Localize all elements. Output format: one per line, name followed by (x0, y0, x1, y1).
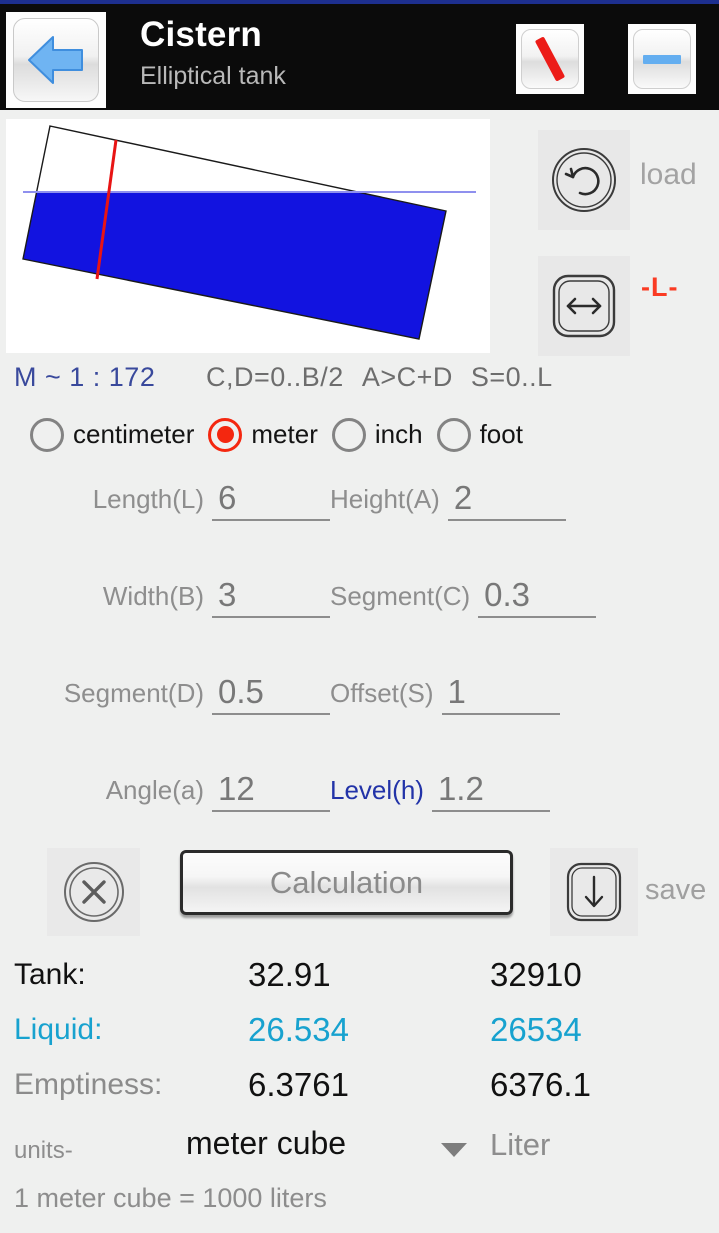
result-label-liquid: Liquid: (14, 1013, 103, 1046)
field-input-segment-c[interactable]: 0.3 (478, 577, 597, 618)
liquid-fill (23, 192, 446, 339)
circle-x-icon (63, 862, 124, 922)
blue-minus-icon (633, 29, 691, 89)
field-label-length: Length(L) (92, 484, 204, 514)
result-row-liquid: Liquid: 26.534 26534 (0, 1005, 719, 1060)
parameter-fields: Length(L) 6 Height(A) 2 Width(B) 3 Segme… (0, 480, 719, 868)
rule-a: A>C+D (361, 362, 453, 392)
field-label-segment-c: Segment(C) (330, 581, 471, 611)
resize-button[interactable] (538, 256, 630, 356)
field-row-2: Width(B) 3 Segment(C) 0.3 (0, 577, 719, 674)
field-input-width[interactable]: 3 (212, 577, 330, 618)
radio-label-centimeter: centimeter (73, 419, 195, 449)
result-value-emptiness-secondary: 6376.1 (490, 1066, 591, 1103)
radio-option-meter[interactable]: meter (208, 417, 318, 452)
radio-option-foot[interactable]: foot (436, 417, 523, 452)
units-secondary: Liter (490, 1127, 551, 1162)
scale-info-row: M ~ 1 : 172 C,D=0..B/2 A>C+D S=0..L (0, 358, 719, 402)
field-length[interactable]: Length(L) 6 (0, 480, 330, 521)
result-row-tank: Tank: 32.91 32910 (0, 950, 719, 1005)
result-label-tank: Tank: (14, 958, 86, 991)
tank-diagram-canvas[interactable] (6, 119, 490, 353)
scale-value: M ~ 1 : 172 (14, 362, 156, 392)
constraint-rules: C,D=0..B/2 A>C+D S=0..L (206, 362, 553, 393)
field-angle[interactable]: Angle(a) 12 (0, 771, 330, 812)
result-label-emptiness: Emptiness: (14, 1068, 163, 1101)
arrows-horizontal-icon (552, 274, 616, 338)
result-value-liquid-secondary: 26534 (490, 1011, 582, 1048)
radio-circle-meter[interactable] (208, 417, 243, 452)
field-input-length[interactable]: 6 (212, 480, 330, 521)
calculation-button[interactable]: Calculation (180, 850, 513, 915)
rule-s: S=0..L (470, 362, 553, 392)
results-table: Tank: 32.91 32910 Liquid: 26.534 26534 E… (0, 950, 719, 1115)
resize-label: -L- (641, 272, 679, 302)
radio-label-inch: inch (374, 419, 423, 449)
save-button[interactable] (550, 848, 638, 936)
field-width[interactable]: Width(B) 3 (0, 577, 330, 618)
field-row-1: Length(L) 6 Height(A) 2 (0, 480, 719, 577)
field-input-level[interactable]: 1.2 (431, 771, 550, 812)
field-segment-d[interactable]: Segment(D) 0.5 (0, 674, 330, 715)
field-label-height: Height(A) (330, 484, 440, 514)
radio-label-meter: meter (251, 419, 318, 449)
field-height[interactable]: Height(A) 2 (330, 480, 670, 521)
field-input-height[interactable]: 2 (447, 480, 566, 521)
title-block: Cistern Elliptical tank (140, 14, 286, 93)
clear-button[interactable] (47, 848, 140, 936)
radio-label-foot: foot (479, 419, 523, 449)
result-value-emptiness-primary: 6.3761 (248, 1066, 349, 1103)
save-label: save (645, 874, 707, 906)
red-slash-glyph (534, 36, 566, 82)
calculation-button-label: Calculation (269, 864, 424, 900)
red-slash-icon (521, 29, 579, 89)
field-segment-c[interactable]: Segment(C) 0.3 (330, 577, 670, 618)
field-label-offset: Offset(S) (330, 678, 434, 708)
tank-cross-section (22, 125, 476, 340)
back-button[interactable] (6, 12, 106, 108)
radio-option-centimeter[interactable]: centimeter (30, 417, 195, 452)
units-label: units- (14, 1137, 73, 1164)
back-arrow-glyph (28, 36, 83, 84)
result-value-liquid-primary: 26.534 (248, 1011, 349, 1048)
unit-radio-group: centimeter meter inch foot (0, 407, 719, 462)
field-level[interactable]: Level(h) 1.2 (330, 771, 670, 812)
minimize-button[interactable] (628, 24, 696, 94)
units-conversion-note: 1 meter cube = 1000 liters (14, 1183, 327, 1213)
result-value-tank-primary: 32.91 (248, 956, 331, 993)
action-bar: Calculation save (0, 848, 719, 936)
load-button[interactable] (538, 130, 630, 230)
load-label: load (640, 158, 697, 191)
page-title: Cistern (140, 15, 262, 54)
page-subtitle: Elliptical tank (140, 62, 286, 90)
chevron-down-icon[interactable] (441, 1143, 467, 1157)
field-label-width: Width(B) (102, 581, 204, 611)
title-bar: Cistern Elliptical tank (0, 4, 719, 110)
units-dropdown[interactable]: meter cube (186, 1125, 346, 1162)
field-input-angle[interactable]: 12 (212, 771, 330, 812)
field-input-segment-d[interactable]: 0.5 (212, 674, 330, 715)
field-input-offset[interactable]: 1 (441, 674, 560, 715)
field-label-level: Level(h) (330, 775, 424, 805)
radio-circle-foot[interactable] (436, 417, 471, 452)
download-arrow-icon (566, 862, 622, 922)
radio-option-inch[interactable]: inch (331, 417, 423, 452)
radio-circle-centimeter[interactable] (30, 417, 64, 452)
undo-circle-icon (552, 148, 616, 212)
field-label-angle: Angle(a) (105, 775, 204, 805)
radio-circle-inch[interactable] (331, 417, 366, 452)
app-root: Cistern Elliptical tank load -L- M ~ 1:… (0, 0, 719, 1233)
field-row-3: Segment(D) 0.5 Offset(S) 1 (0, 674, 719, 771)
blue-minus-glyph (643, 54, 681, 64)
field-offset[interactable]: Offset(S) 1 (330, 674, 670, 715)
result-row-emptiness: Emptiness: 6.3761 6376.1 (0, 1060, 719, 1115)
back-arrow-icon (13, 18, 99, 102)
rule-cd: C,D=0..B/2 (206, 362, 344, 392)
result-value-tank-secondary: 32910 (490, 956, 582, 993)
field-label-segment-d: Segment(D) (63, 678, 204, 708)
disable-button[interactable] (516, 24, 584, 94)
